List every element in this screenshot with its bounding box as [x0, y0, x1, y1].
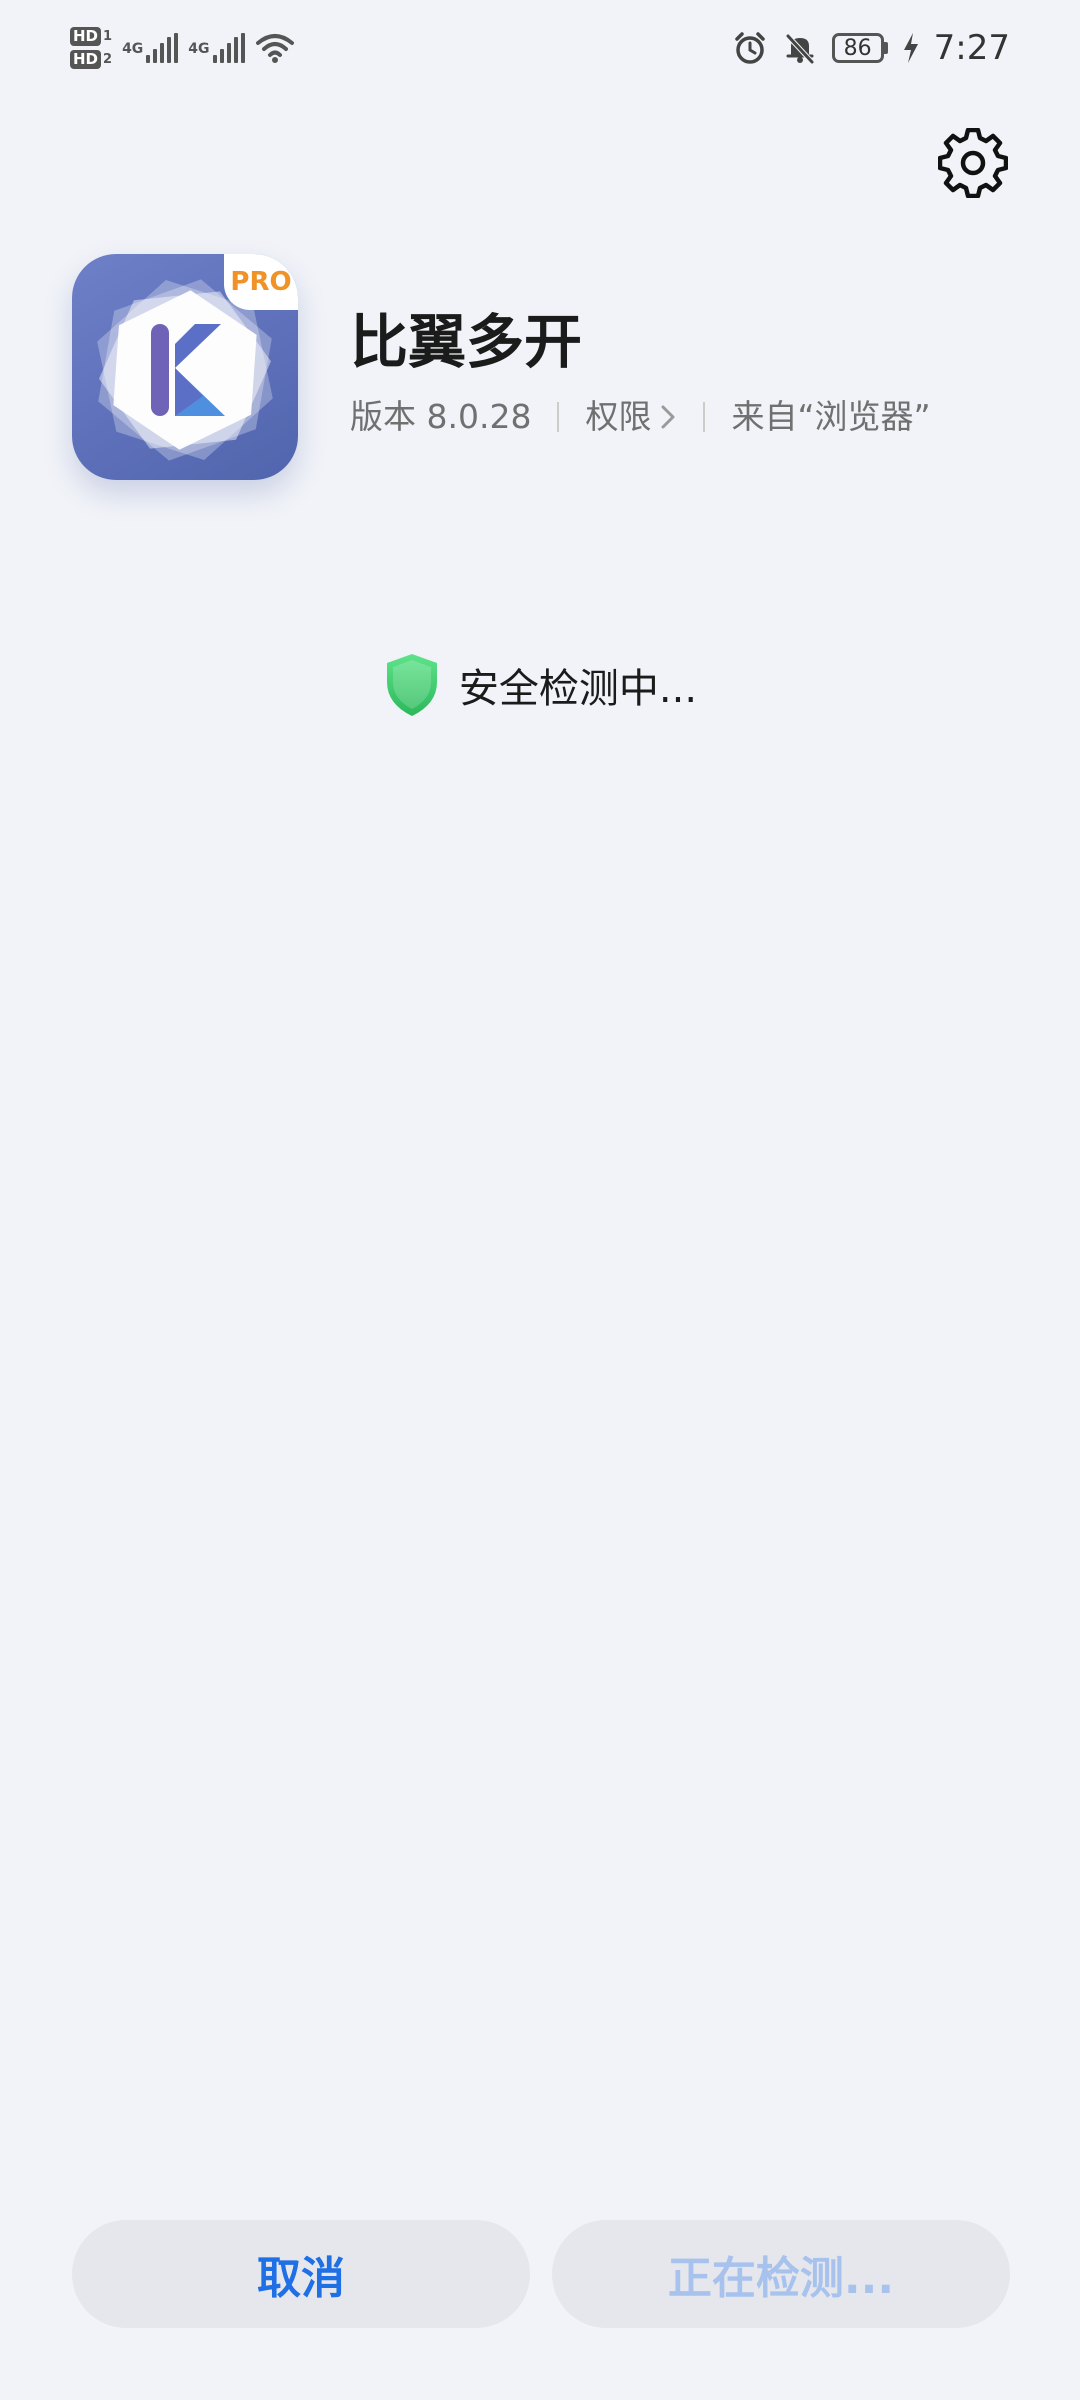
permissions-label: 权限 [585, 397, 652, 436]
sim2-indicator: HD 2 [70, 50, 112, 69]
pro-badge: PRO [224, 254, 298, 310]
wifi-icon [255, 34, 294, 63]
status-bar-right: 86 7:27 [732, 24, 1010, 72]
clock: 7:27 [933, 28, 1010, 68]
app-source: 来自“浏览器” [731, 397, 931, 436]
status-bar-left: HD 1 HD 2 4G 4G [70, 18, 295, 78]
mute-icon [785, 34, 814, 64]
battery-level: 86 [831, 33, 884, 63]
sim1-indicator: HD 1 [70, 27, 112, 46]
network-type-2: 4G [188, 41, 210, 57]
battery-icon: 86 [831, 33, 888, 63]
sim2-index: 2 [103, 52, 113, 67]
sim1-index: 1 [103, 29, 113, 44]
app-version: 版本 8.0.28 [350, 397, 532, 436]
meta-divider [557, 402, 560, 432]
shield-icon [386, 654, 437, 716]
charging-icon [903, 33, 918, 63]
app-name: 比翼多开 [350, 308, 583, 376]
sim1-hd-label: HD [70, 27, 102, 46]
pro-badge-text: PRO [230, 267, 292, 297]
chevron-right-icon [661, 405, 675, 429]
sim2-hd-label: HD [70, 50, 102, 69]
permissions-link[interactable]: 权限 [585, 392, 677, 442]
status-bar: HD 1 HD 2 4G 4G 86 7:27 [0, 0, 1080, 96]
signal-2: 4G [188, 33, 245, 63]
meta-divider [703, 402, 706, 432]
detecting-button[interactable]: 正在检测... [552, 2220, 1010, 2328]
signal-1: 4G [122, 33, 179, 63]
sim-indicators: HD 1 HD 2 [70, 27, 112, 69]
security-status-text: 安全检测中... [458, 666, 698, 712]
alarm-icon [734, 32, 765, 64]
signal-icon [212, 33, 245, 63]
network-type-1: 4G [122, 41, 144, 57]
app-icon: PRO [72, 254, 298, 480]
security-check-status: 安全检测中... [0, 652, 1080, 718]
signal-icon [146, 33, 179, 63]
settings-gear-icon[interactable] [938, 128, 1008, 198]
app-meta-row: 版本 8.0.28 权限 来自“浏览器” [350, 392, 931, 442]
cancel-button[interactable]: 取消 [72, 2220, 530, 2328]
